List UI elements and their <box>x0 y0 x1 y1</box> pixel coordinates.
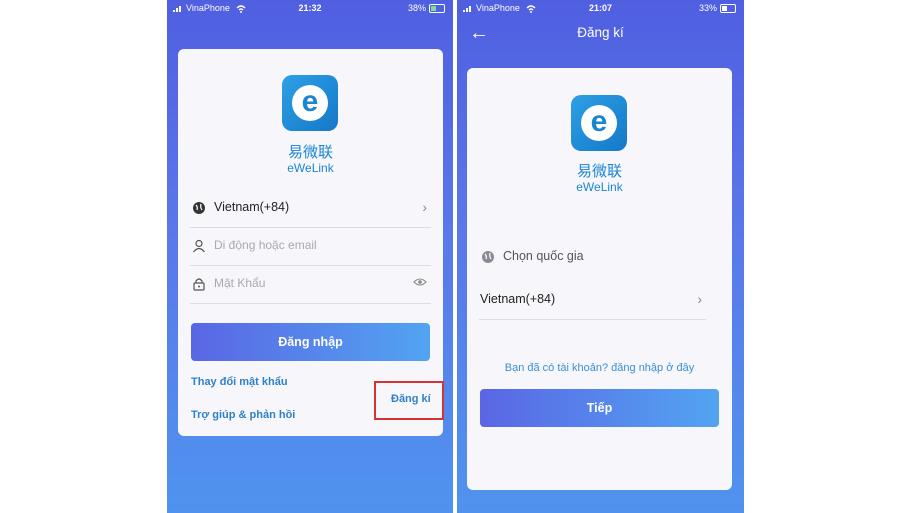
choose-country-label-row: Chọn quốc gia <box>479 238 706 276</box>
lock-icon <box>193 278 205 291</box>
chevron-right-icon: › <box>422 199 427 215</box>
password-field[interactable]: Mật Khẩu <box>190 265 431 304</box>
battery-percent: 33% <box>698 3 717 13</box>
battery-icon <box>720 3 736 13</box>
page-title: Đăng kí <box>577 25 624 40</box>
password-placeholder: Mật Khẩu <box>214 276 266 290</box>
status-bar: VinaPhone 21:07 33% <box>457 0 744 16</box>
country-value: Vietnam(+84) <box>480 292 556 306</box>
country-selector[interactable]: Vietnam(+84) › <box>190 189 431 228</box>
user-icon <box>193 239 205 253</box>
change-password-link[interactable]: Thay đổi mật khẩu <box>191 376 288 388</box>
phone-email-field[interactable]: Di động hoặc email <box>190 227 431 266</box>
battery-icon <box>429 3 445 13</box>
battery-percent: 38% <box>407 3 426 13</box>
chevron-right-icon: › <box>697 291 702 307</box>
phone-email-placeholder: Di động hoặc email <box>214 238 317 252</box>
login-here-link[interactable]: Bạn đã có tài khoản? đăng nhập ở đây <box>467 362 732 374</box>
status-bar: VinaPhone 21:32 38% <box>167 0 453 16</box>
choose-country-label: Chọn quốc gia <box>503 249 584 263</box>
country-selector[interactable]: Vietnam(+84) › <box>479 281 706 320</box>
logo-letter: e <box>581 105 617 141</box>
battery-indicator: 38% <box>408 3 445 13</box>
logo-letter: e <box>292 85 328 121</box>
help-feedback-link[interactable]: Trợ giúp & phản hồi <box>191 409 295 421</box>
login-card: e 易微联 eWeLink Vietnam(+84) › Di động hoặ… <box>178 49 443 436</box>
brand-name: eWeLink <box>576 180 623 194</box>
ewelink-logo-icon: e <box>571 95 627 151</box>
eye-icon[interactable] <box>413 277 427 287</box>
battery-indicator: 33% <box>699 3 736 13</box>
brand-name-chinese: 易微联 <box>576 162 622 180</box>
next-button[interactable]: Tiếp <box>480 389 719 427</box>
country-value: Vietnam(+84) <box>214 200 290 214</box>
globe-icon <box>482 251 494 263</box>
login-screen: VinaPhone 21:32 38% e 易微联 eWeLink Vietna… <box>167 0 453 513</box>
brand-name-chinese: 易微联 <box>287 143 333 161</box>
globe-icon <box>193 202 205 214</box>
ewelink-logo-icon: e <box>282 75 338 131</box>
register-card: e 易微联 eWeLink Chọn quốc gia Vietnam(+84)… <box>467 68 732 490</box>
register-screen: VinaPhone 21:07 33% ← Đăng kí e 易微联 eWeL… <box>457 0 744 513</box>
login-button[interactable]: Đăng nhập <box>191 323 430 361</box>
highlight-box <box>374 381 444 420</box>
brand-name: eWeLink <box>287 161 334 175</box>
